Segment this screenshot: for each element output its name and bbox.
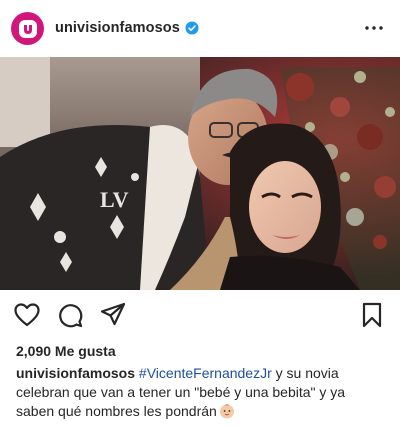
baby-emoji-icon <box>219 403 235 419</box>
post-caption: univisionfamosos #VicenteFernandezJr y s… <box>16 364 386 421</box>
verified-badge-icon <box>185 21 199 35</box>
svg-text:LV: LV <box>100 187 129 212</box>
bookmark-icon[interactable] <box>358 301 386 329</box>
univision-logo-icon <box>18 19 37 38</box>
caption-hashtag[interactable]: #VicenteFernandezJr <box>139 365 272 381</box>
post-image[interactable]: LV <box>0 57 400 290</box>
heart-icon[interactable] <box>13 301 41 329</box>
caption-username[interactable]: univisionfamosos <box>16 365 135 381</box>
post-actions <box>0 298 400 332</box>
more-horizontal-icon[interactable] <box>364 18 384 38</box>
post-username[interactable]: univisionfamosos <box>55 20 180 36</box>
likes-count[interactable]: 2,090 Me gusta <box>16 343 116 359</box>
avatar[interactable] <box>11 12 44 45</box>
post-header: univisionfamosos <box>0 0 400 56</box>
comment-icon[interactable] <box>56 301 84 329</box>
share-icon[interactable] <box>99 301 127 329</box>
